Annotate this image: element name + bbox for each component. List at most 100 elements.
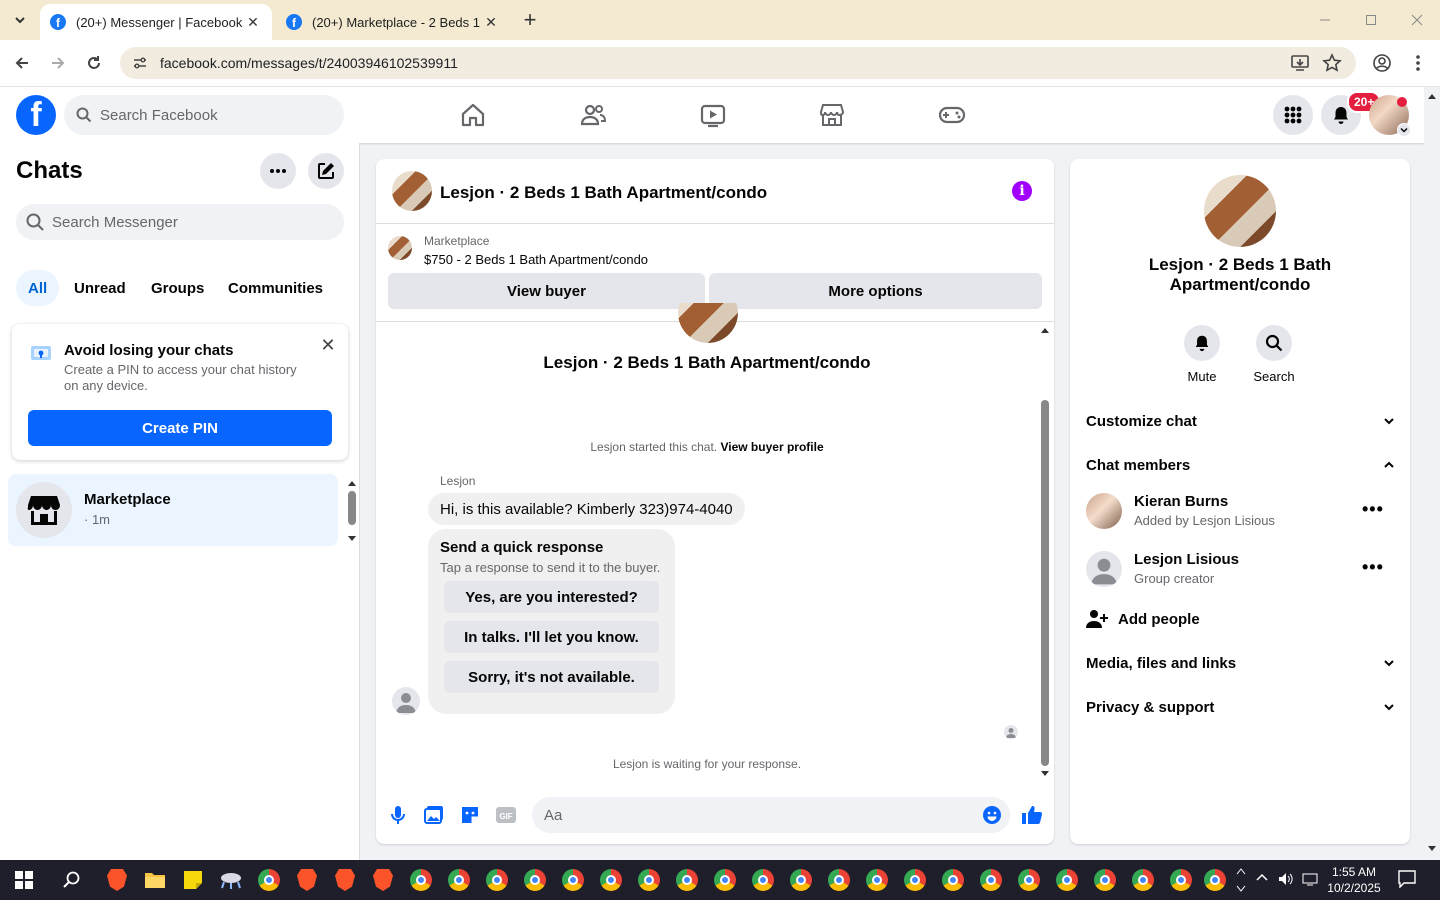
mute-button[interactable]: Mute xyxy=(1172,325,1232,384)
chrome-taskbar-icon[interactable] xyxy=(1089,864,1121,896)
sidebar-scrollbar[interactable] xyxy=(345,478,359,544)
sticky-notes-icon[interactable] xyxy=(177,864,209,896)
new-tab-button[interactable]: + xyxy=(518,7,542,32)
conversation-item[interactable]: Marketplace · 1m xyxy=(8,474,338,546)
chevron-up-icon[interactable] xyxy=(1256,872,1268,884)
create-pin-button[interactable]: Create PIN xyxy=(28,410,332,446)
thumbs-up-icon[interactable] xyxy=(1020,803,1044,827)
chrome-taskbar-icon[interactable] xyxy=(519,864,551,896)
customize-chat-section[interactable]: Customize chat xyxy=(1086,401,1396,441)
new-message-button[interactable] xyxy=(308,153,344,189)
add-people-button[interactable]: Add people xyxy=(1086,603,1200,635)
info-icon[interactable]: i xyxy=(1012,181,1032,201)
microphone-icon[interactable] xyxy=(386,803,410,827)
reload-button[interactable] xyxy=(81,50,107,76)
page-scrollbar[interactable] xyxy=(1424,87,1440,860)
chrome-taskbar-icon[interactable] xyxy=(785,864,817,896)
emoji-icon[interactable] xyxy=(982,805,1002,825)
network-icon[interactable] xyxy=(1302,872,1318,886)
chrome-taskbar-icon[interactable] xyxy=(405,864,437,896)
filter-groups[interactable]: Groups xyxy=(139,270,216,306)
member-row[interactable]: Kieran Burns Added by Lesjon Lisious ••• xyxy=(1086,489,1396,537)
chat-options-button[interactable] xyxy=(260,153,296,189)
nav-video[interactable] xyxy=(657,95,769,135)
more-dots-icon[interactable]: ••• xyxy=(1362,557,1384,578)
group-photo[interactable] xyxy=(1204,175,1276,247)
chrome-taskbar-icon[interactable] xyxy=(975,864,1007,896)
menu-button[interactable] xyxy=(1273,95,1313,135)
back-button[interactable] xyxy=(9,50,35,76)
taskbar-search-button[interactable] xyxy=(56,864,88,896)
tab-search-button[interactable] xyxy=(6,8,34,32)
sticker-icon[interactable] xyxy=(458,803,482,827)
member-row[interactable]: Lesjon Lisious Group creator ••• xyxy=(1086,547,1396,595)
close-tab-icon[interactable]: ✕ xyxy=(244,13,262,31)
chrome-taskbar-icon[interactable] xyxy=(1127,864,1159,896)
privacy-support-section[interactable]: Privacy & support xyxy=(1086,687,1396,727)
chrome-taskbar-icon[interactable] xyxy=(481,864,513,896)
site-settings-icon[interactable] xyxy=(132,55,156,71)
facebook-logo[interactable]: f xyxy=(16,95,56,135)
brave-taskbar-icon[interactable] xyxy=(291,864,323,896)
messenger-search-input[interactable]: Search Messenger xyxy=(16,204,344,240)
quick-reply-yes[interactable]: Yes, are you interested? xyxy=(444,581,659,613)
message-bubble[interactable]: Hi, is this available? Kimberly 323)974-… xyxy=(428,493,745,525)
quick-reply-not-available[interactable]: Sorry, it's not available. xyxy=(444,661,659,693)
chrome-taskbar-icon[interactable] xyxy=(1165,864,1197,896)
close-tab-icon[interactable]: ✕ xyxy=(482,13,500,31)
nav-home[interactable] xyxy=(417,95,529,135)
system-clock[interactable]: 1:55 AM 10/2/2025 xyxy=(1318,864,1390,896)
listing-title[interactable]: $750 - 2 Beds 1 Bath Apartment/condo xyxy=(424,252,648,267)
chat-avatar[interactable] xyxy=(392,171,432,211)
photo-icon[interactable] xyxy=(422,803,446,827)
view-buyer-button[interactable]: View buyer xyxy=(388,273,705,309)
chrome-taskbar-icon[interactable] xyxy=(557,864,589,896)
minimize-button[interactable] xyxy=(1302,0,1348,40)
chat-title[interactable]: Lesjon · 2 Beds 1 Bath Apartment/condo xyxy=(440,183,767,203)
chrome-taskbar-icon[interactable] xyxy=(823,864,855,896)
chrome-taskbar-icon[interactable] xyxy=(861,864,893,896)
listing-thumbnail[interactable] xyxy=(388,236,412,260)
chat-scrollbar[interactable] xyxy=(1038,324,1052,779)
filter-unread[interactable]: Unread xyxy=(62,270,138,306)
volume-icon[interactable] xyxy=(1278,872,1294,886)
chrome-taskbar-icon[interactable] xyxy=(253,864,285,896)
more-dots-icon[interactable]: ••• xyxy=(1362,499,1384,520)
filter-all[interactable]: All xyxy=(16,270,60,306)
browser-tab-messenger[interactable]: f (20+) Messenger | Facebook ✕ xyxy=(40,4,272,40)
bookmark-star-icon[interactable] xyxy=(1322,53,1342,73)
close-window-button[interactable] xyxy=(1394,0,1440,40)
brave-taskbar-icon[interactable] xyxy=(329,864,361,896)
brave-taskbar-icon[interactable] xyxy=(101,864,133,896)
search-in-chat-button[interactable]: Search xyxy=(1244,325,1304,384)
message-input[interactable]: Aa xyxy=(532,797,1010,833)
chrome-taskbar-icon[interactable] xyxy=(633,864,665,896)
chrome-taskbar-icon[interactable] xyxy=(1199,864,1231,896)
maximize-button[interactable] xyxy=(1348,0,1394,40)
more-options-button[interactable]: More options xyxy=(709,273,1042,309)
file-explorer-icon[interactable] xyxy=(139,864,171,896)
chrome-taskbar-icon[interactable] xyxy=(671,864,703,896)
gif-icon[interactable]: GIF xyxy=(494,803,518,827)
chrome-taskbar-icon[interactable] xyxy=(443,864,475,896)
chrome-taskbar-icon[interactable] xyxy=(1013,864,1045,896)
chat-members-section[interactable]: Chat members xyxy=(1086,445,1396,485)
forward-button[interactable] xyxy=(45,50,71,76)
chrome-taskbar-icon[interactable] xyxy=(937,864,969,896)
nav-gaming[interactable] xyxy=(896,95,1008,135)
chrome-taskbar-icon[interactable] xyxy=(747,864,779,896)
chrome-taskbar-icon[interactable] xyxy=(899,864,931,896)
chrome-taskbar-icon[interactable] xyxy=(595,864,627,896)
filter-communities[interactable]: Communities xyxy=(216,270,335,306)
media-files-section[interactable]: Media, files and links xyxy=(1086,643,1396,683)
quick-reply-in-talks[interactable]: In talks. I'll let you know. xyxy=(444,621,659,653)
nav-friends[interactable] xyxy=(537,95,649,135)
chrome-taskbar-icon[interactable] xyxy=(1051,864,1083,896)
browser-menu-button[interactable] xyxy=(1405,50,1431,76)
chrome-taskbar-icon[interactable] xyxy=(709,864,741,896)
notification-center-icon[interactable] xyxy=(1398,870,1416,888)
start-button[interactable] xyxy=(8,864,40,896)
view-buyer-profile-link[interactable]: View buyer profile xyxy=(720,440,823,454)
browser-tab-marketplace[interactable]: f (20+) Marketplace - 2 Beds 1 Bath ✕ xyxy=(276,4,510,40)
nav-marketplace[interactable] xyxy=(776,95,888,135)
